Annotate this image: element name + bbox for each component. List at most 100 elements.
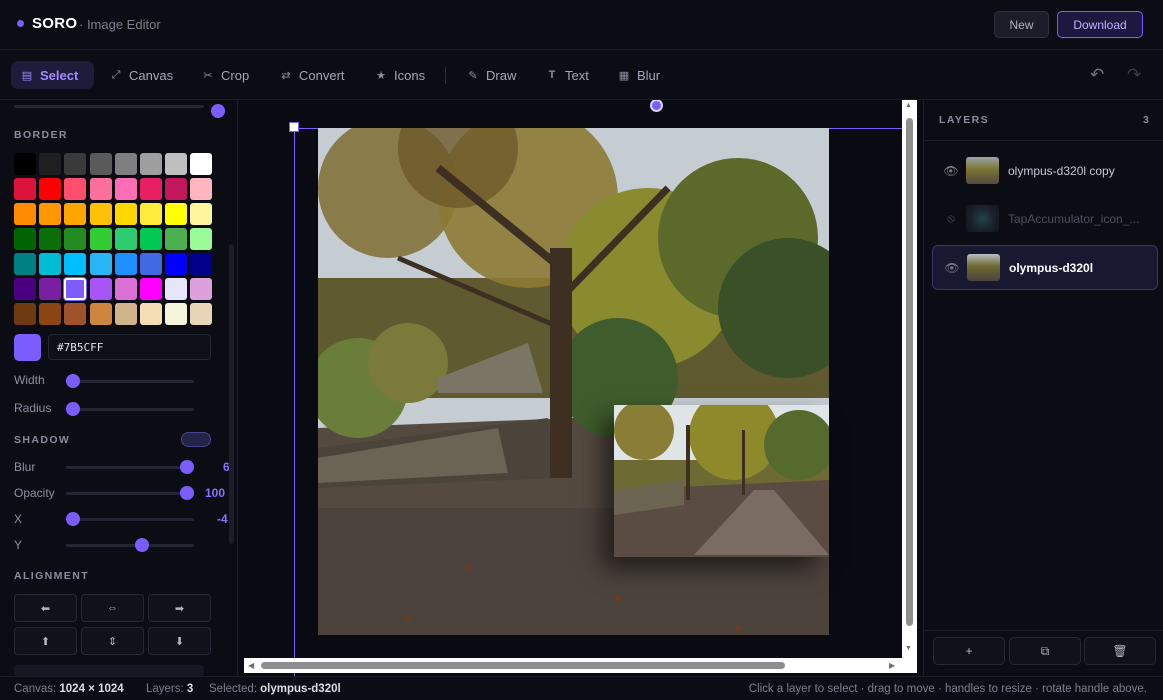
color-swatch[interactable]: [114, 303, 137, 325]
tool-convert[interactable]: ⇄ Convert: [270, 61, 355, 89]
color-swatch[interactable]: [14, 153, 36, 175]
color-swatch[interactable]: [89, 153, 112, 175]
tool-select[interactable]: ▤ Select: [11, 61, 94, 89]
color-swatch[interactable]: [139, 253, 162, 275]
color-swatch[interactable]: [165, 303, 188, 325]
shadow-toggle[interactable]: [181, 432, 211, 447]
color-swatch[interactable]: [190, 203, 213, 225]
scroll-right-arrow-icon[interactable]: ▶: [889, 661, 895, 670]
color-swatch[interactable]: [64, 178, 87, 200]
shadow-blur-knob[interactable]: [180, 460, 194, 474]
width-slider-knob[interactable]: [66, 374, 80, 388]
redo-icon[interactable]: ↷: [1127, 65, 1141, 85]
eye-icon[interactable]: 👁: [936, 164, 966, 178]
color-swatch[interactable]: [190, 153, 213, 175]
color-swatch[interactable]: [139, 303, 162, 325]
color-swatch[interactable]: [64, 253, 87, 275]
color-swatch[interactable]: [89, 303, 112, 325]
new-button[interactable]: New: [994, 11, 1049, 38]
color-swatch[interactable]: [139, 153, 162, 175]
align-center-h-button[interactable]: ⇔: [81, 594, 144, 622]
tool-blur[interactable]: ▦ Blur: [608, 61, 670, 89]
color-swatch[interactable]: [39, 253, 62, 275]
color-swatch[interactable]: [139, 178, 162, 200]
color-swatch[interactable]: [165, 228, 188, 250]
color-swatch[interactable]: [114, 203, 137, 225]
color-swatch[interactable]: [165, 178, 188, 200]
color-swatch[interactable]: [14, 228, 36, 250]
shadow-y-knob[interactable]: [135, 538, 149, 552]
color-swatch[interactable]: [190, 278, 213, 300]
shadow-y-slider[interactable]: [66, 538, 194, 552]
color-swatch[interactable]: [39, 153, 62, 175]
partial-slider[interactable]: [14, 104, 225, 118]
vertical-scroll-thumb[interactable]: [906, 118, 913, 626]
align-bottom-button[interactable]: ⬇: [148, 627, 211, 655]
tool-crop[interactable]: ✂ Crop: [192, 61, 259, 89]
color-swatch[interactable]: [14, 203, 36, 225]
shadow-opacity-slider[interactable]: [66, 486, 194, 500]
hex-color-input[interactable]: [48, 334, 211, 360]
scroll-up-arrow-icon[interactable]: ▲: [905, 102, 912, 109]
color-swatch[interactable]: [64, 228, 87, 250]
scroll-down-arrow-icon[interactable]: ▼: [905, 645, 912, 652]
shadow-opacity-knob[interactable]: [180, 486, 194, 500]
color-swatch[interactable]: [139, 278, 162, 300]
delete-layer-button[interactable]: 🗑: [1084, 637, 1156, 665]
tool-icons[interactable]: ★ Icons: [365, 61, 435, 89]
align-right-button[interactable]: ➡: [148, 594, 211, 622]
width-slider[interactable]: [66, 374, 194, 388]
color-swatch[interactable]: [39, 278, 62, 300]
color-swatch[interactable]: [114, 153, 137, 175]
align-left-button[interactable]: ⬅: [14, 594, 77, 622]
color-swatch[interactable]: [139, 228, 162, 250]
eye-off-icon[interactable]: ⦸: [936, 211, 966, 226]
partial-slider-knob[interactable]: [211, 104, 225, 118]
color-swatch[interactable]: [64, 153, 87, 175]
download-button[interactable]: Download: [1057, 11, 1143, 38]
color-swatch[interactable]: [14, 253, 36, 275]
shadow-blur-slider[interactable]: [66, 460, 194, 474]
color-swatch[interactable]: [64, 203, 87, 225]
color-swatch[interactable]: [64, 303, 87, 325]
color-swatch[interactable]: [190, 303, 213, 325]
rotate-handle[interactable]: [650, 100, 663, 112]
left-panel-scrollbar[interactable]: [229, 244, 234, 544]
color-swatch[interactable]: [165, 153, 188, 175]
color-swatch[interactable]: [89, 228, 112, 250]
color-swatch[interactable]: [165, 253, 188, 275]
color-swatch[interactable]: [165, 278, 188, 300]
current-color-swatch[interactable]: [14, 334, 41, 361]
color-swatch[interactable]: [190, 253, 213, 275]
color-swatch[interactable]: [39, 303, 62, 325]
scroll-left-arrow-icon[interactable]: ◀: [248, 661, 254, 670]
color-swatch[interactable]: [114, 253, 137, 275]
align-center-v-button[interactable]: ⇕: [81, 627, 144, 655]
canvas-horizontal-scrollbar[interactable]: ◀ ▶: [244, 658, 917, 673]
color-swatch[interactable]: [39, 228, 62, 250]
shadow-x-slider[interactable]: [66, 512, 194, 526]
radius-slider[interactable]: [66, 402, 194, 416]
color-swatch[interactable]: [190, 228, 213, 250]
color-swatch[interactable]: [165, 203, 188, 225]
layer-image-olympus-d320l-copy[interactable]: [614, 405, 829, 557]
color-swatch[interactable]: [190, 178, 213, 200]
shadow-x-knob[interactable]: [66, 512, 80, 526]
align-top-button[interactable]: ⬆: [14, 627, 77, 655]
canvas-vertical-scrollbar[interactable]: ▲ ▼: [902, 100, 917, 660]
undo-icon[interactable]: ↶: [1090, 65, 1104, 85]
tool-draw[interactable]: ✎ Draw: [457, 61, 526, 89]
horizontal-scroll-thumb[interactable]: [261, 662, 785, 669]
color-swatch[interactable]: [89, 178, 112, 200]
tool-text[interactable]: T Text: [536, 61, 599, 89]
color-swatch[interactable]: [64, 278, 87, 300]
layer-item[interactable]: 👁 olympus-d320l copy: [932, 148, 1158, 193]
color-swatch[interactable]: [89, 253, 112, 275]
tool-canvas[interactable]: ⤢ Canvas: [100, 61, 183, 89]
color-swatch[interactable]: [89, 203, 112, 225]
color-swatch[interactable]: [139, 203, 162, 225]
eye-icon[interactable]: 👁: [937, 261, 967, 275]
canvas-area[interactable]: ▲ ▼ ◀ ▶: [238, 100, 923, 676]
color-swatch[interactable]: [114, 178, 137, 200]
color-swatch[interactable]: [14, 178, 36, 200]
